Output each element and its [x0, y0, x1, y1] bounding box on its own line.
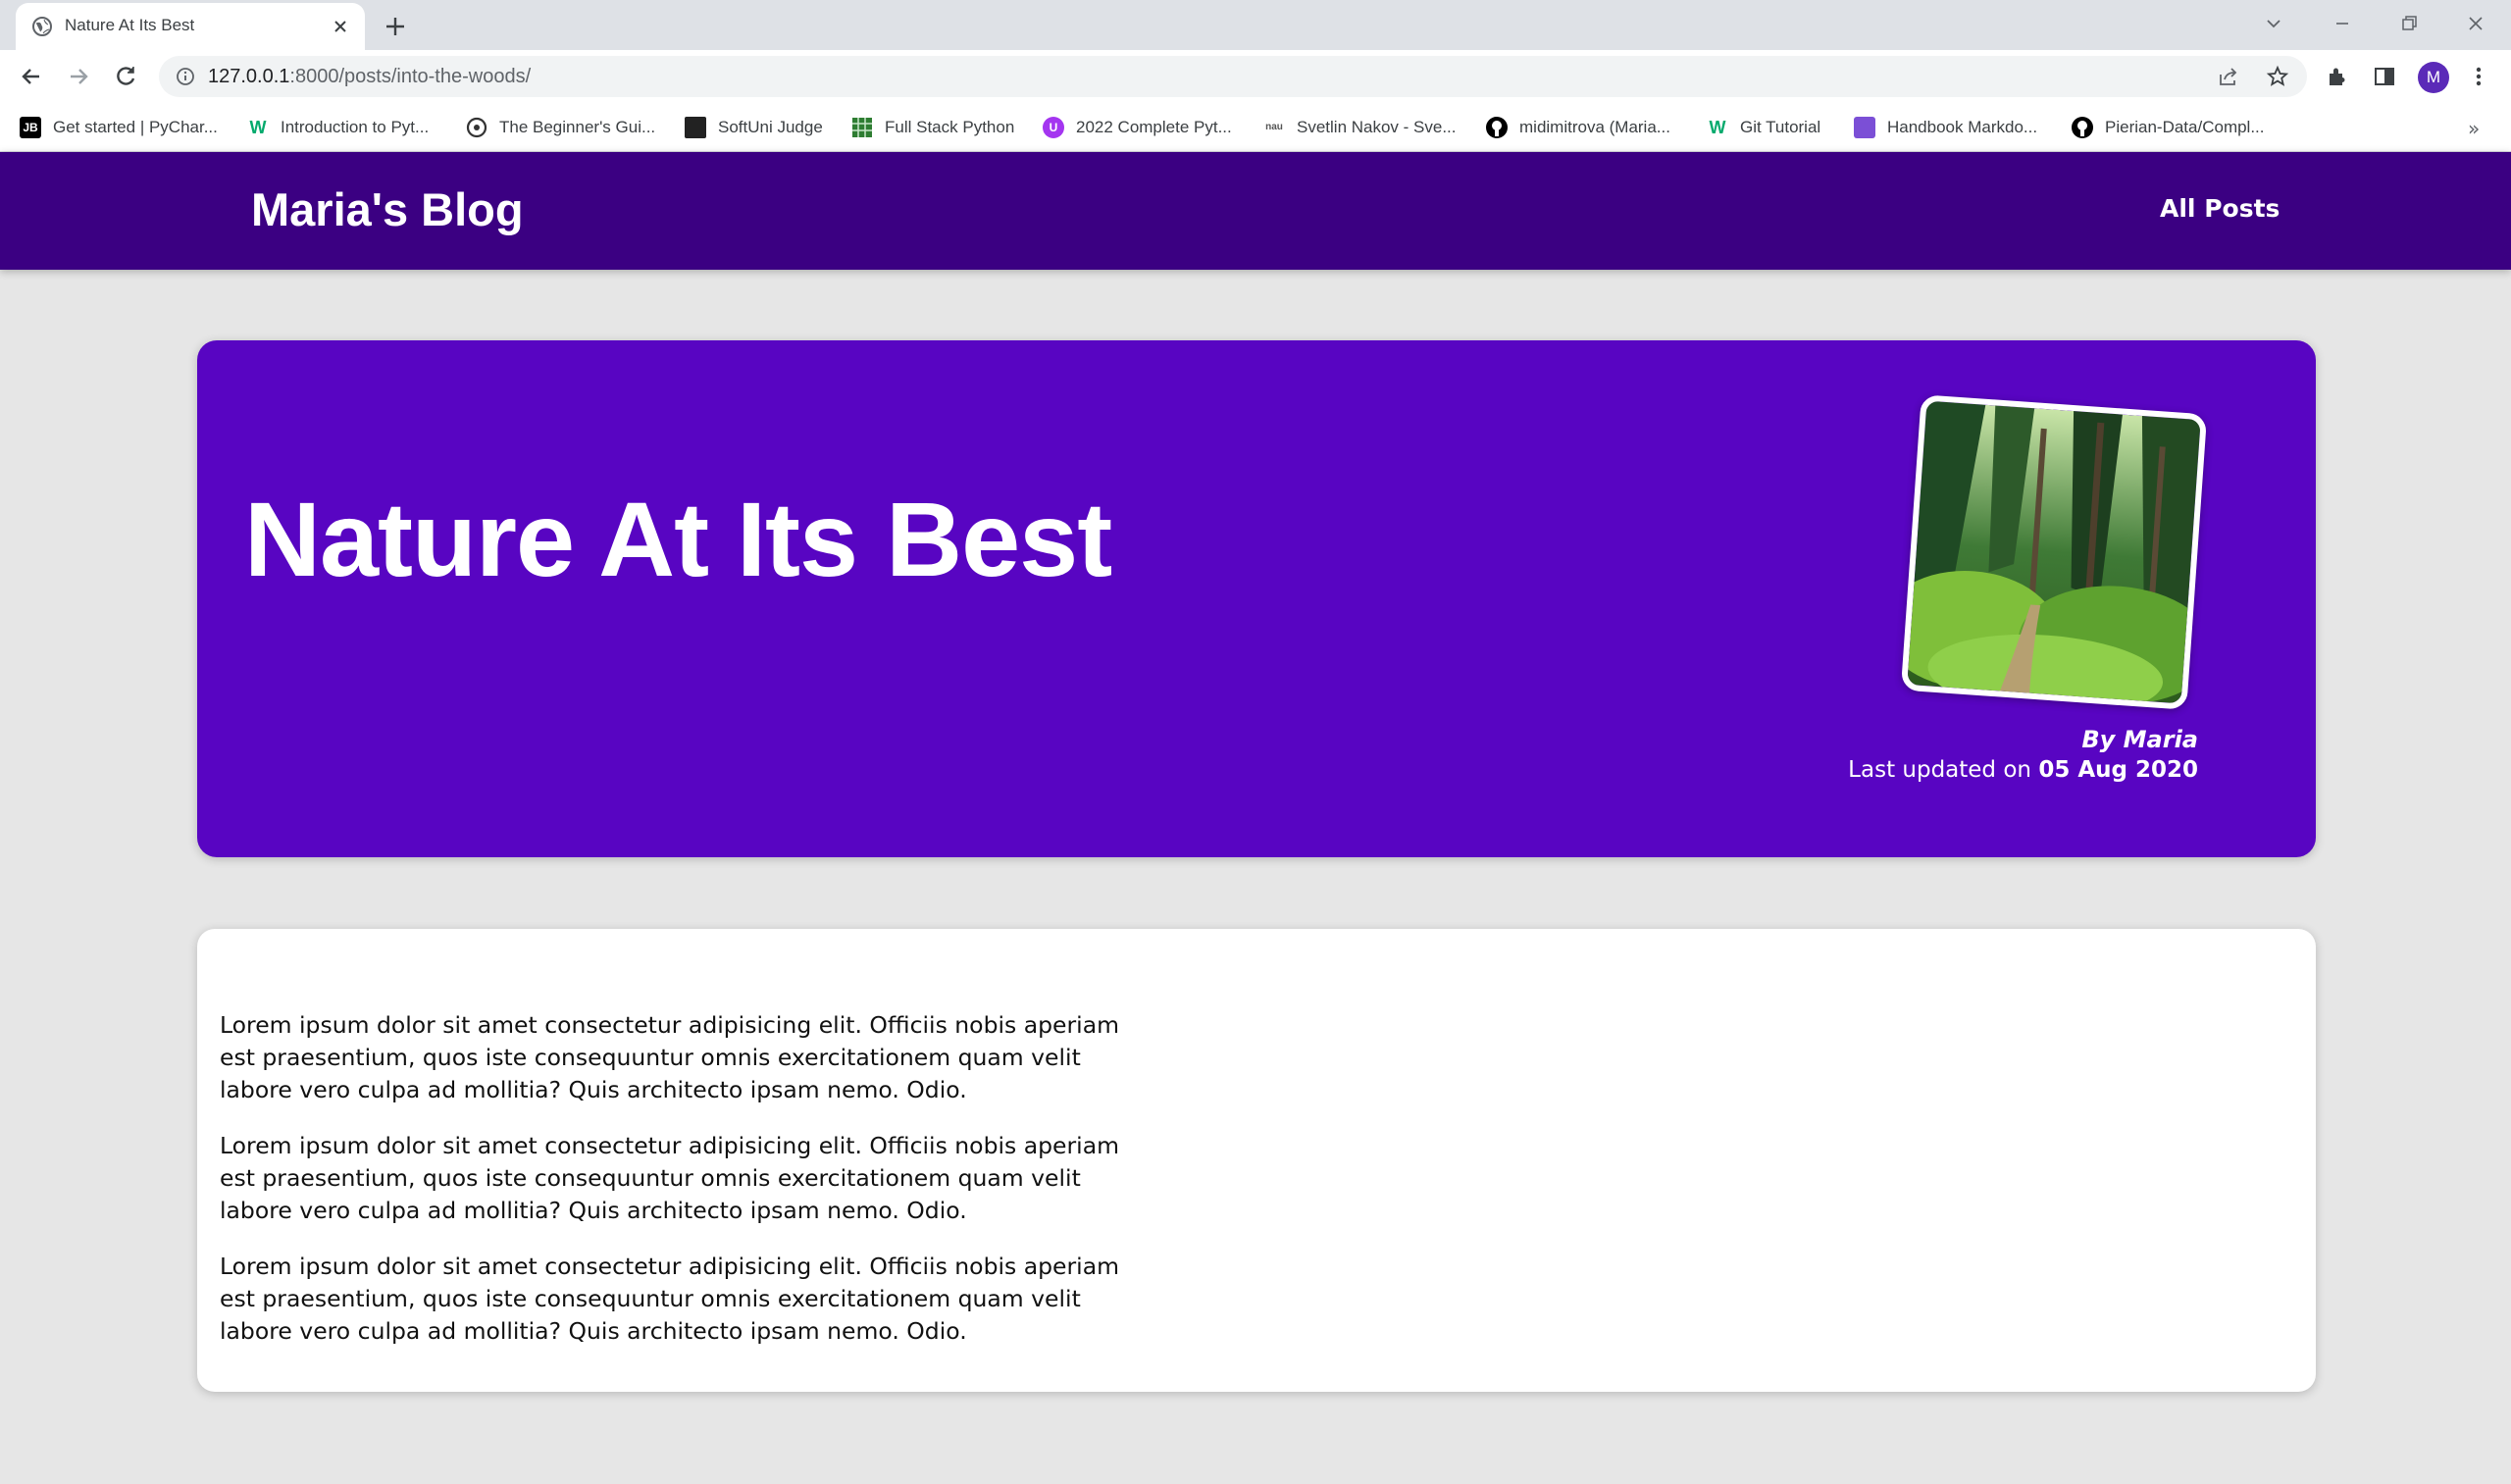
bookmarks-bar: JB Get started | PyChar... W Introductio…	[0, 104, 2511, 152]
bookmark-item[interactable]: W Git Tutorial	[1707, 116, 1821, 139]
forest-image	[1907, 400, 2201, 704]
bookmark-item[interactable]: Handbook Markdo...	[1854, 116, 2037, 139]
browser-toolbar: 127.0.0.1:8000/posts/into-the-woods/ M	[0, 50, 2511, 104]
site-header: Maria's Blog All Posts	[0, 152, 2511, 270]
tab-strip: Nature At Its Best	[0, 0, 2511, 50]
side-panel-icon[interactable]	[2372, 64, 2397, 89]
bookmark-label: SoftUni Judge	[718, 118, 823, 136]
profile-avatar[interactable]: M	[2418, 62, 2449, 93]
handbook-icon	[1854, 117, 1875, 138]
post-paragraph: Lorem ipsum dolor sit amet consectetur a…	[220, 1132, 1119, 1224]
bookmark-item[interactable]: JB Get started | PyChar...	[20, 116, 218, 139]
more-bookmarks-icon[interactable]: »	[2468, 117, 2480, 140]
nakov-icon: nau	[1265, 122, 1283, 132]
bookmark-item[interactable]: Full Stack Python	[851, 116, 1014, 139]
grid-icon	[851, 117, 873, 138]
menu-icon[interactable]	[2466, 64, 2491, 89]
bookmark-label: Handbook Markdo...	[1887, 118, 2038, 136]
bookmark-label: Full Stack Python	[885, 118, 1015, 136]
address-bar[interactable]: 127.0.0.1:8000/posts/into-the-woods/	[159, 56, 2307, 97]
judge-icon	[685, 117, 706, 138]
share-icon[interactable]	[2217, 65, 2240, 88]
browser-tab[interactable]: Nature At Its Best	[16, 3, 365, 50]
extensions-icon[interactable]	[2325, 64, 2350, 89]
bookmark-label: Git Tutorial	[1740, 118, 1821, 136]
url-host: 127.0.0.1	[208, 66, 290, 87]
globe-icon	[466, 117, 487, 138]
close-window-icon[interactable]	[2463, 11, 2488, 36]
new-tab-icon[interactable]	[383, 14, 408, 39]
bookmark-item[interactable]: midimitrova (Maria...	[1486, 116, 1670, 139]
github-icon	[2072, 117, 2093, 138]
post-image	[1900, 394, 2208, 710]
bookmark-item[interactable]: nau Svetlin Nakov - Sve...	[1263, 116, 1457, 139]
url-path: :8000/posts/into-the-woods/	[289, 66, 532, 87]
bookmark-item[interactable]: W Introduction to Pyt...	[247, 116, 430, 139]
post-paragraph: Lorem ipsum dolor sit amet consectetur a…	[220, 1253, 1119, 1345]
forward-icon[interactable]	[65, 63, 92, 90]
nav-all-posts[interactable]: All Posts	[2160, 194, 2280, 223]
tab-title: Nature At Its Best	[65, 16, 195, 34]
minimize-icon[interactable]	[2330, 11, 2355, 36]
back-icon[interactable]	[18, 63, 45, 90]
site-logo[interactable]: Maria's Blog	[251, 182, 524, 236]
post-paragraph: Lorem ipsum dolor sit amet consectetur a…	[220, 1011, 1119, 1103]
bookmark-label: Introduction to Pyt...	[281, 118, 430, 136]
post-updated: Last updated on 05 Aug 2020	[1848, 757, 2198, 783]
reload-icon[interactable]	[112, 63, 139, 90]
updated-prefix: Last updated on	[1848, 757, 2039, 783]
star-icon[interactable]	[2266, 65, 2289, 88]
bookmark-item[interactable]: U 2022 Complete Pyt...	[1043, 116, 1232, 139]
globe-icon	[32, 17, 52, 36]
w3-icon: W	[249, 118, 267, 137]
info-icon[interactable]	[175, 66, 196, 87]
bookmark-label: midimitrova (Maria...	[1519, 118, 1670, 136]
url-text: 127.0.0.1:8000/posts/into-the-woods/	[208, 66, 531, 88]
post-author: By Maria	[2081, 726, 2198, 753]
github-icon	[1486, 117, 1508, 138]
post-hero: Nature At Its Best By Maria Last updated…	[197, 340, 2316, 857]
tab-search-icon[interactable]	[2261, 11, 2286, 36]
jetbrains-icon: JB	[20, 117, 41, 138]
bookmark-label: 2022 Complete Pyt...	[1076, 118, 1232, 136]
bookmark-label: Svetlin Nakov - Sve...	[1297, 118, 1457, 136]
w3-icon: W	[1709, 118, 1726, 137]
bookmark-item[interactable]: Pierian-Data/Compl...	[2072, 116, 2265, 139]
post-content: Lorem ipsum dolor sit amet consectetur a…	[197, 929, 2316, 1392]
restore-icon[interactable]	[2396, 11, 2422, 36]
bookmark-item[interactable]: The Beginner's Gui...	[466, 116, 655, 139]
bookmark-label: Pierian-Data/Compl...	[2105, 118, 2265, 136]
bookmark-label: Get started | PyChar...	[53, 118, 218, 136]
updated-date: 05 Aug 2020	[2038, 757, 2198, 783]
close-icon[interactable]	[330, 16, 351, 37]
udemy-icon: U	[1043, 117, 1064, 138]
post-title: Nature At Its Best	[244, 480, 1112, 598]
bookmark-item[interactable]: SoftUni Judge	[685, 116, 823, 139]
post-meta: By Maria Last updated on 05 Aug 2020	[1848, 726, 2198, 783]
bookmark-label: The Beginner's Gui...	[499, 118, 656, 136]
